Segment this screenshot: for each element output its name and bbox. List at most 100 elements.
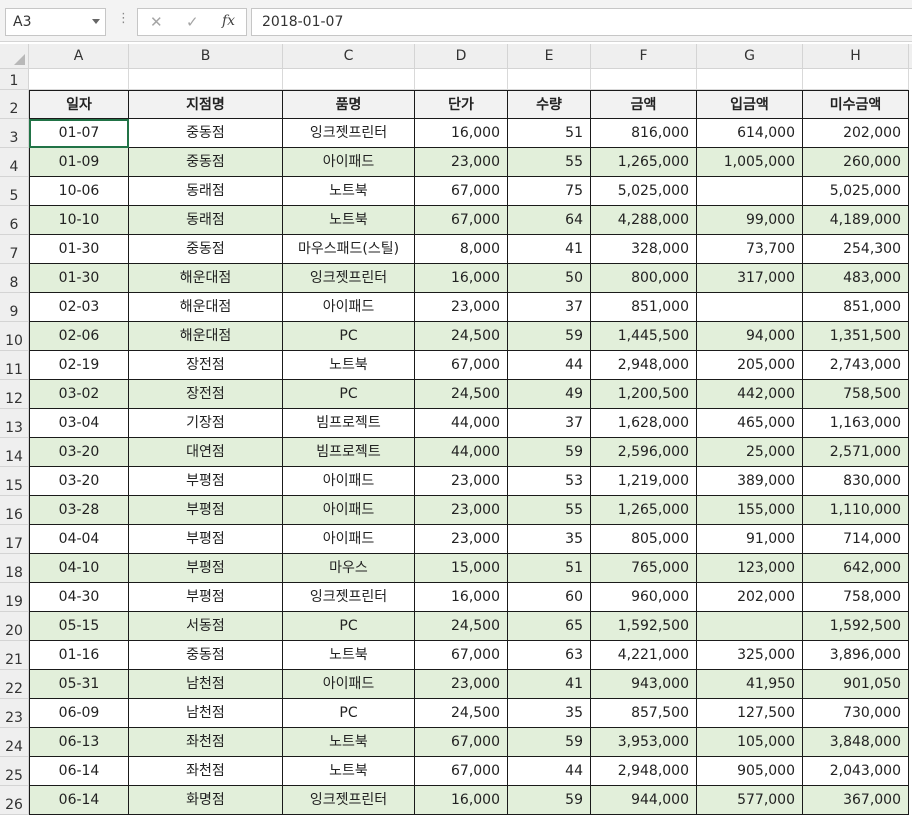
cell-branch[interactable]: 좌천점 [129,728,283,757]
cell-unit-price[interactable]: 67,000 [415,206,508,235]
enter-icon[interactable]: ✓ [186,13,199,31]
cell-deposit[interactable]: 905,000 [697,757,803,786]
cell-outstanding[interactable]: 3,848,000 [803,728,909,757]
cell-date[interactable]: 05-31 [29,670,129,699]
cell-deposit[interactable]: 73,700 [697,235,803,264]
cell-date[interactable]: 04-10 [29,554,129,583]
cell-deposit[interactable]: 155,000 [697,496,803,525]
cell-outstanding[interactable]: 758,000 [803,583,909,612]
cell-outstanding[interactable]: 5,025,000 [803,177,909,206]
cell-amount[interactable]: 960,000 [591,583,697,612]
select-all-button[interactable] [0,44,29,68]
cell-amount[interactable]: 765,000 [591,554,697,583]
cell-product[interactable]: PC [283,380,415,409]
cell-branch[interactable]: 좌천점 [129,757,283,786]
cell-branch[interactable]: 해운대점 [129,264,283,293]
header-cell-quantity[interactable]: 수량 [508,90,591,119]
cell-unit-price[interactable]: 67,000 [415,641,508,670]
cell-product[interactable]: 아이패드 [283,293,415,322]
cell[interactable] [508,69,591,90]
cell-quantity[interactable]: 63 [508,641,591,670]
cell-deposit[interactable]: 465,000 [697,409,803,438]
row-header[interactable]: 5 [0,177,29,206]
cell-unit-price[interactable]: 16,000 [415,786,508,815]
cell-unit-price[interactable]: 23,000 [415,496,508,525]
cell-product[interactable]: 잉크젯프린터 [283,786,415,815]
cell-outstanding[interactable]: 483,000 [803,264,909,293]
cell-outstanding[interactable]: 730,000 [803,699,909,728]
header-cell-outstanding[interactable]: 미수금액 [803,90,909,119]
cell[interactable] [129,69,283,90]
cell-deposit[interactable] [697,612,803,641]
formula-bar-grip-icon[interactable]: ⋮ [117,11,130,26]
cell-amount[interactable]: 2,596,000 [591,438,697,467]
cell-branch[interactable]: 부평점 [129,467,283,496]
cell-outstanding[interactable]: 367,000 [803,786,909,815]
cell-product[interactable]: 마우스 [283,554,415,583]
cell-unit-price[interactable]: 23,000 [415,670,508,699]
cell-amount[interactable]: 4,288,000 [591,206,697,235]
cell-branch[interactable]: 대연점 [129,438,283,467]
cell-product[interactable]: PC [283,322,415,351]
cell-unit-price[interactable]: 24,500 [415,380,508,409]
cell-amount[interactable]: 4,221,000 [591,641,697,670]
cell-product[interactable]: 아이패드 [283,148,415,177]
cell-product[interactable]: 아이패드 [283,467,415,496]
cell-amount[interactable]: 943,000 [591,670,697,699]
cell-branch[interactable]: 화명점 [129,786,283,815]
cell-branch[interactable]: 남천점 [129,699,283,728]
cell-date[interactable]: 02-03 [29,293,129,322]
cell-unit-price[interactable]: 23,000 [415,293,508,322]
column-header-h[interactable]: H [803,44,909,68]
cell-branch[interactable]: 동래점 [129,206,283,235]
cell-deposit[interactable]: 41,950 [697,670,803,699]
cell-quantity[interactable]: 53 [508,467,591,496]
cell-date[interactable]: 06-09 [29,699,129,728]
row-header[interactable]: 17 [0,525,29,554]
column-header-b[interactable]: B [129,44,283,68]
cell-amount[interactable]: 944,000 [591,786,697,815]
cell-deposit[interactable]: 202,000 [697,583,803,612]
cell-unit-price[interactable]: 44,000 [415,409,508,438]
cell-unit-price[interactable]: 67,000 [415,757,508,786]
cell-product[interactable]: 빔프로젝트 [283,438,415,467]
header-cell-branch[interactable]: 지점명 [129,90,283,119]
cell-date[interactable]: 01-16 [29,641,129,670]
cell-amount[interactable]: 1,628,000 [591,409,697,438]
insert-function-icon[interactable]: fx [222,13,235,29]
cell-branch[interactable]: 부평점 [129,525,283,554]
row-header[interactable]: 14 [0,438,29,467]
cell-outstanding[interactable]: 1,351,500 [803,322,909,351]
row-header[interactable]: 10 [0,322,29,351]
cell-branch[interactable]: 장전점 [129,380,283,409]
cell-date[interactable]: 01-30 [29,235,129,264]
cell-product[interactable]: 노트북 [283,757,415,786]
cell-quantity[interactable]: 44 [508,351,591,380]
row-header[interactable]: 11 [0,351,29,380]
cell-date[interactable]: 03-20 [29,467,129,496]
row-header[interactable]: 26 [0,786,29,815]
row-header[interactable]: 15 [0,467,29,496]
cell-amount[interactable]: 2,948,000 [591,757,697,786]
cell-outstanding[interactable]: 642,000 [803,554,909,583]
cell-quantity[interactable]: 59 [508,322,591,351]
cell-quantity[interactable]: 55 [508,148,591,177]
cell-product[interactable]: PC [283,699,415,728]
cell-amount[interactable]: 851,000 [591,293,697,322]
cell-unit-price[interactable]: 16,000 [415,264,508,293]
cell-outstanding[interactable]: 758,500 [803,380,909,409]
row-header[interactable]: 19 [0,583,29,612]
cell-amount[interactable]: 2,948,000 [591,351,697,380]
cell-product[interactable]: 아이패드 [283,670,415,699]
cell-quantity[interactable]: 59 [508,438,591,467]
cell-amount[interactable]: 1,445,500 [591,322,697,351]
cell-branch[interactable]: 해운대점 [129,322,283,351]
row-header[interactable]: 9 [0,293,29,322]
cell-quantity[interactable]: 59 [508,728,591,757]
cell-unit-price[interactable]: 67,000 [415,177,508,206]
cell-branch[interactable]: 중동점 [129,148,283,177]
cell-outstanding[interactable]: 202,000 [803,119,909,148]
formula-input[interactable]: 2018-01-07 [251,8,912,36]
cell-date[interactable]: 01-07 [29,119,129,148]
cell-outstanding[interactable]: 851,000 [803,293,909,322]
